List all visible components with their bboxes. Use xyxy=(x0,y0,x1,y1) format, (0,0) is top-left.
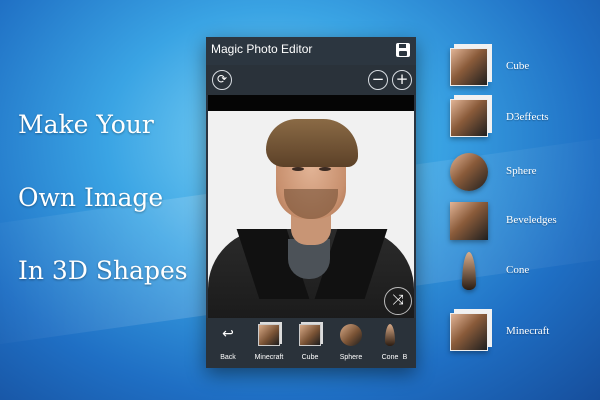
shape-bar-item-cube[interactable]: Cube xyxy=(290,324,330,364)
minecraft-thumbnail xyxy=(258,324,280,346)
shape-bar-item-partial[interactable]: B xyxy=(394,324,416,364)
shape-bar: ↩ Back Minecraft Cube Sphere Cone B xyxy=(206,318,416,368)
d3effects-thumbnail xyxy=(450,99,488,137)
side-shape-beveledges[interactable]: Beveledges xyxy=(450,202,600,242)
tagline-line-2: Own Image xyxy=(18,183,164,212)
minecraft-thumbnail xyxy=(450,313,488,351)
canvas-top-bar xyxy=(208,95,414,111)
app-title-bar: Magic Photo Editor xyxy=(206,37,416,65)
sphere-thumbnail xyxy=(340,324,362,346)
side-shape-minecraft[interactable]: Minecraft xyxy=(450,313,600,353)
app-title: Magic Photo Editor xyxy=(211,42,313,56)
side-shape-label: Beveledges xyxy=(506,214,557,226)
phone-screen: Magic Photo Editor ⟳ − + ⤨ ↩ Back Minecr… xyxy=(206,37,416,368)
back-arrow-icon: ↩ xyxy=(222,326,234,342)
cube-thumbnail xyxy=(450,48,488,86)
side-shape-d3effects[interactable]: D3effects xyxy=(450,99,600,139)
shape-bar-item-minecraft[interactable]: Minecraft xyxy=(249,324,289,364)
shuffle-icon[interactable]: ⤨ xyxy=(384,287,412,315)
photo-eye-right xyxy=(319,167,331,171)
zoom-out-button[interactable]: − xyxy=(368,70,388,90)
shape-bar-label: B xyxy=(402,354,408,361)
photo-canvas[interactable] xyxy=(208,111,414,347)
save-icon[interactable] xyxy=(396,43,410,57)
side-shape-label: Minecraft xyxy=(506,325,550,337)
zoom-in-button[interactable]: + xyxy=(392,70,412,90)
side-shape-label: D3effects xyxy=(506,111,549,123)
tagline-line-1: Make Your xyxy=(18,110,154,139)
photo-scarf xyxy=(288,239,330,279)
side-shape-label: Cube xyxy=(506,60,530,72)
side-shape-label: Cone xyxy=(506,264,530,276)
side-shape-cone[interactable]: Cone xyxy=(450,252,600,292)
side-shape-label: Sphere xyxy=(506,165,537,177)
photo-hair xyxy=(266,119,358,167)
cube-thumbnail xyxy=(299,324,321,346)
cone-thumbnail xyxy=(462,252,476,290)
side-shape-sphere[interactable]: Sphere xyxy=(450,153,600,193)
side-shape-cube[interactable]: Cube xyxy=(450,48,600,88)
tagline: Make Your Own Image In 3D Shapes xyxy=(18,112,188,283)
photo-eye-left xyxy=(292,167,304,171)
shape-bar-back[interactable]: ↩ Back xyxy=(208,324,248,364)
beveledges-thumbnail xyxy=(450,202,488,240)
sphere-thumbnail xyxy=(450,153,488,191)
tagline-line-3: In 3D Shapes xyxy=(18,256,188,285)
refresh-icon[interactable]: ⟳ xyxy=(212,70,232,90)
editor-toolbar: ⟳ − + xyxy=(206,65,416,95)
